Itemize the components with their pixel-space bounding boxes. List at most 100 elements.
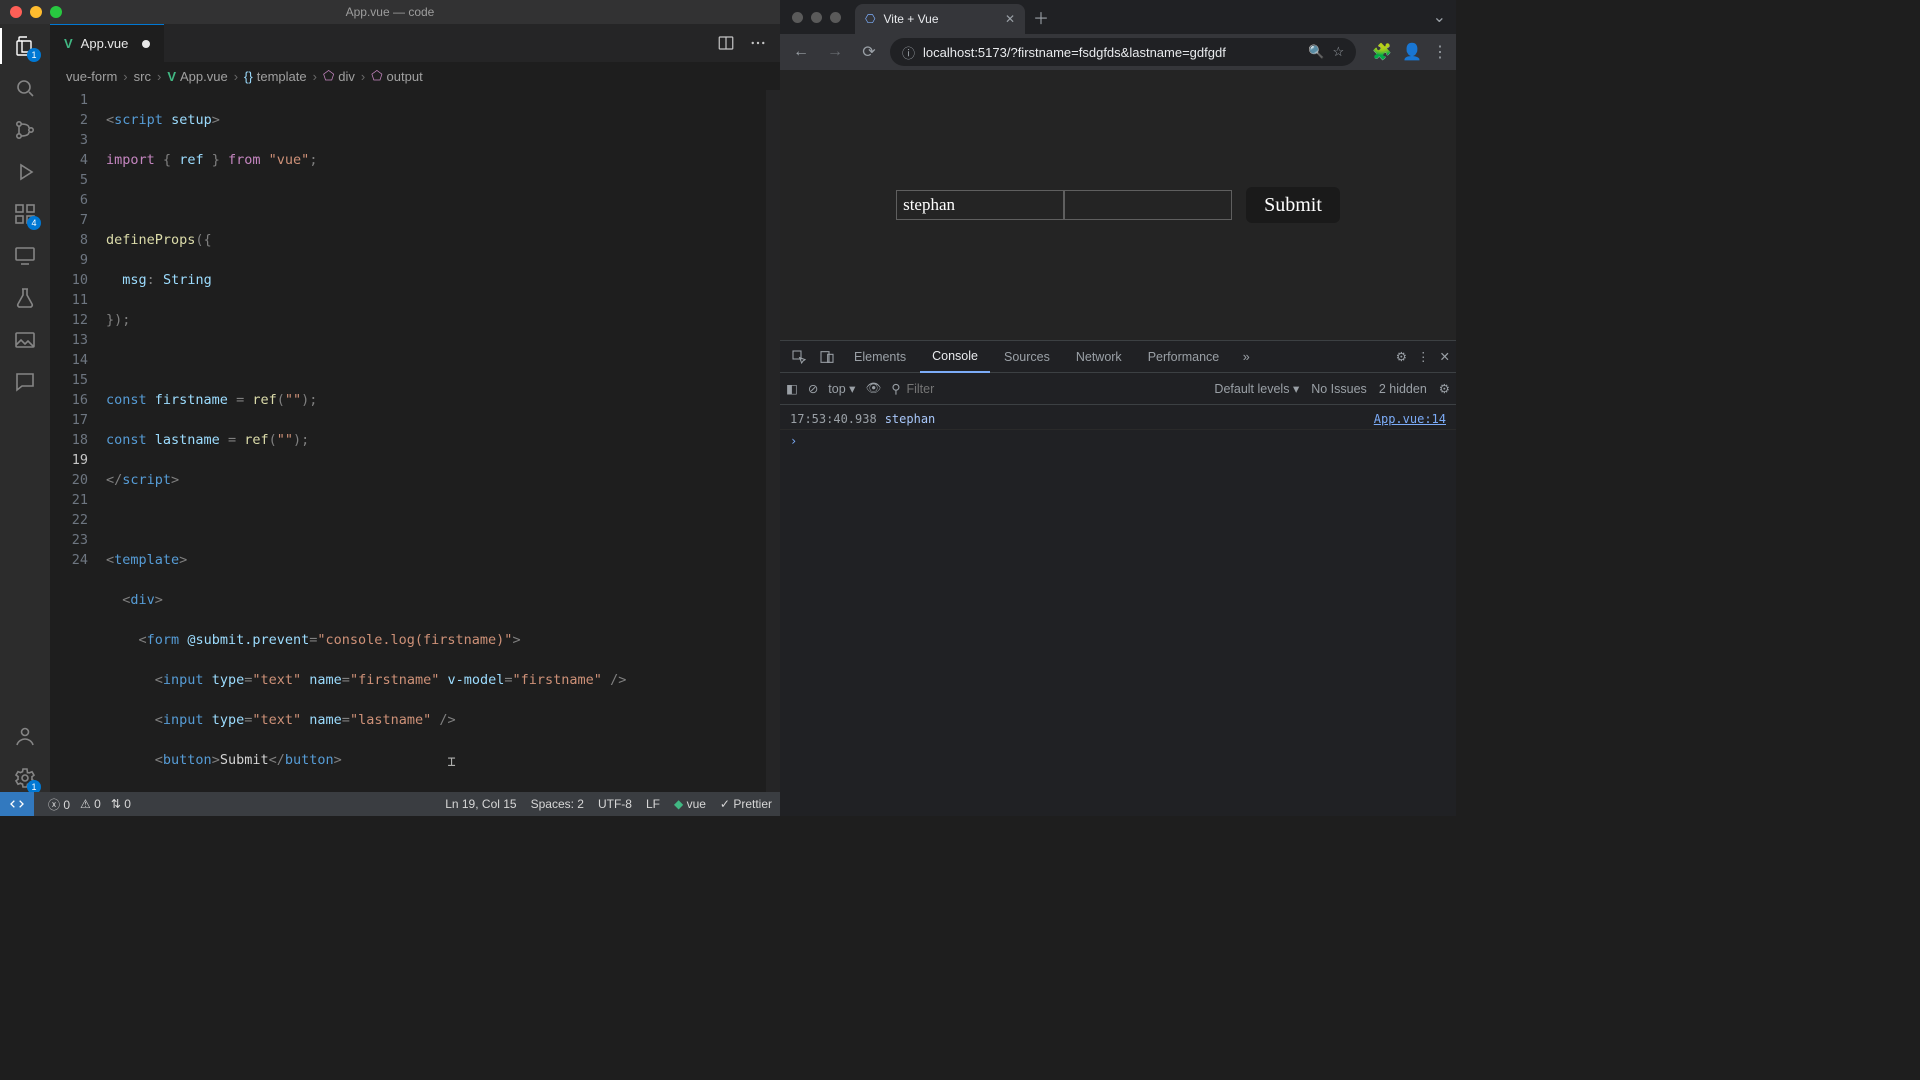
console-settings-icon[interactable]: ⚙ xyxy=(1439,381,1450,396)
search-icon[interactable] xyxy=(11,74,39,102)
submit-button[interactable]: Submit xyxy=(1246,187,1340,223)
breadcrumb-item[interactable]: App.vue xyxy=(180,69,228,84)
debug-icon[interactable] xyxy=(11,158,39,186)
traffic-max[interactable] xyxy=(830,12,841,23)
devtools-tab-network[interactable]: Network xyxy=(1064,341,1134,373)
vscode-window-title: App.vue — code xyxy=(0,5,780,19)
omnibox[interactable]: ⓘ localhost:5173/?firstname=fsdgfds&last… xyxy=(890,38,1356,66)
profile-icon[interactable]: 👤 xyxy=(1402,42,1422,62)
hidden-count[interactable]: 2 hidden xyxy=(1379,382,1427,396)
remote-indicator[interactable] xyxy=(0,792,34,816)
activity-bar: 1 4 xyxy=(0,24,50,792)
console-filter[interactable]: ⚲ xyxy=(891,381,1066,396)
more-tabs-icon[interactable]: » xyxy=(1233,344,1259,370)
beaker-icon[interactable] xyxy=(11,284,39,312)
code-content[interactable]: <script setup> import { ref } from "vue"… xyxy=(106,90,766,792)
chrome-tabstrip: ⎔ Vite + Vue ✕ ＋ ⌄ xyxy=(780,0,1456,34)
forward-button[interactable]: → xyxy=(822,39,848,65)
kebab-menu-icon[interactable]: ⋮ xyxy=(1432,42,1448,62)
log-source-link[interactable]: App.vue:14 xyxy=(1374,412,1446,426)
editor-tabbar: V App.vue xyxy=(50,24,780,62)
inspect-icon[interactable] xyxy=(786,344,812,370)
remote-icon[interactable] xyxy=(11,242,39,270)
settings-icon[interactable]: 1 xyxy=(11,764,39,792)
clear-console-icon[interactable]: ⊘ xyxy=(808,381,818,396)
status-errors[interactable]: ⓧ 0 xyxy=(48,796,70,813)
breadcrumb-item[interactable]: output xyxy=(387,69,423,84)
devtools-tab-elements[interactable]: Elements xyxy=(842,341,918,373)
zoom-icon[interactable]: 🔍 xyxy=(1308,44,1324,60)
status-ports[interactable]: ⇅ 0 xyxy=(111,797,131,811)
breadcrumbs[interactable]: vue-form› src› VApp.vue› {} template› ⬠ … xyxy=(50,62,780,90)
more-actions-icon[interactable] xyxy=(748,33,768,53)
status-warnings[interactable]: ⚠ 0 xyxy=(80,797,101,811)
breadcrumb-item[interactable]: src xyxy=(134,69,151,84)
extensions-icon[interactable]: 4 xyxy=(11,200,39,228)
status-spaces[interactable]: Spaces: 2 xyxy=(531,797,584,811)
firstname-input[interactable] xyxy=(896,190,1064,220)
close-tab-icon[interactable]: ✕ xyxy=(1005,12,1015,26)
devtools-tab-sources[interactable]: Sources xyxy=(992,341,1062,373)
sidebar-toggle-icon[interactable]: ◧ xyxy=(786,381,798,396)
browser-tab[interactable]: ⎔ Vite + Vue ✕ xyxy=(855,4,1025,34)
reload-button[interactable]: ⟳ xyxy=(856,39,882,65)
status-cursor[interactable]: Ln 19, Col 15 xyxy=(445,797,516,811)
line-gutter: 123456789101112131415161718192021222324 xyxy=(50,90,106,792)
chrome-window: ⎔ Vite + Vue ✕ ＋ ⌄ ← → ⟳ ⓘ localhost:517… xyxy=(780,0,1456,816)
vscode-titlebar: App.vue — code xyxy=(0,0,780,24)
favicon-icon: ⎔ xyxy=(865,12,875,26)
explorer-icon[interactable]: 1 xyxy=(11,32,39,60)
new-tab-button[interactable]: ＋ xyxy=(1033,5,1049,29)
status-prettier[interactable]: ✓ Prettier xyxy=(720,797,772,811)
breadcrumb-item[interactable]: template xyxy=(257,69,307,84)
split-editor-icon[interactable] xyxy=(716,33,736,53)
devtools-tab-performance[interactable]: Performance xyxy=(1136,341,1232,373)
status-encoding[interactable]: UTF-8 xyxy=(598,797,632,811)
page-viewport: Submit Elements Console Sources Network xyxy=(780,70,1456,816)
log-timestamp: 17:53:40.938 xyxy=(790,412,877,426)
chevron-down-icon[interactable]: ⌄ xyxy=(1433,7,1456,27)
explorer-badge: 1 xyxy=(27,48,41,62)
issues-indicator[interactable]: No Issues xyxy=(1311,382,1367,396)
console-log-line[interactable]: 17:53:40.938 stephan App.vue:14 xyxy=(780,409,1456,430)
console-output[interactable]: 17:53:40.938 stephan App.vue:14 › xyxy=(780,405,1456,816)
devtools-close-icon[interactable]: ✕ xyxy=(1440,349,1450,364)
log-levels[interactable]: Default levels ▾ xyxy=(1214,381,1299,396)
traffic-close[interactable] xyxy=(792,12,803,23)
extensions-puzzle-icon[interactable]: 🧩 xyxy=(1372,42,1392,62)
devtools-tab-console[interactable]: Console xyxy=(920,341,990,373)
devtools-kebab-icon[interactable]: ⋮ xyxy=(1417,349,1430,364)
console-toolbar: ◧ ⊘ top ▾ 👁 ⚲ Default levels ▾ No Issues… xyxy=(780,373,1456,405)
devtools-tabs: Elements Console Sources Network Perform… xyxy=(780,341,1456,373)
breadcrumb-item[interactable]: div xyxy=(338,69,355,84)
account-icon[interactable] xyxy=(11,722,39,750)
minimap[interactable] xyxy=(766,90,780,792)
comment-icon[interactable] xyxy=(11,368,39,396)
context-selector[interactable]: top ▾ xyxy=(828,381,855,396)
browser-tab-title: Vite + Vue xyxy=(883,12,938,26)
traffic-min[interactable] xyxy=(811,12,822,23)
breadcrumb-item[interactable]: vue-form xyxy=(66,69,117,84)
demo-form: Submit xyxy=(896,187,1340,223)
editor-tab-label: App.vue xyxy=(81,36,129,51)
console-filter-input[interactable] xyxy=(906,382,1066,396)
status-eol[interactable]: LF xyxy=(646,797,660,811)
chrome-toolbar: ← → ⟳ ⓘ localhost:5173/?firstname=fsdgfd… xyxy=(780,34,1456,70)
console-prompt[interactable]: › xyxy=(780,430,1456,452)
bookmark-icon[interactable]: ☆ xyxy=(1333,44,1345,60)
image-icon[interactable] xyxy=(11,326,39,354)
status-language[interactable]: ◆ vue xyxy=(674,797,706,811)
filter-icon: ⚲ xyxy=(891,381,900,396)
vscode-window: App.vue — code 1 4 xyxy=(0,0,780,816)
omnibox-url: localhost:5173/?firstname=fsdgfds&lastna… xyxy=(923,45,1226,60)
devtools-settings-icon[interactable]: ⚙ xyxy=(1396,349,1407,364)
lastname-input[interactable] xyxy=(1064,190,1232,220)
live-expression-icon[interactable]: 👁 xyxy=(865,381,881,396)
dirty-indicator xyxy=(142,40,150,48)
editor-tab[interactable]: V App.vue xyxy=(50,24,164,62)
site-info-icon[interactable]: ⓘ xyxy=(902,43,915,62)
back-button[interactable]: ← xyxy=(788,39,814,65)
code-editor[interactable]: 123456789101112131415161718192021222324 … xyxy=(50,90,780,792)
scm-icon[interactable] xyxy=(11,116,39,144)
device-toggle-icon[interactable] xyxy=(814,344,840,370)
